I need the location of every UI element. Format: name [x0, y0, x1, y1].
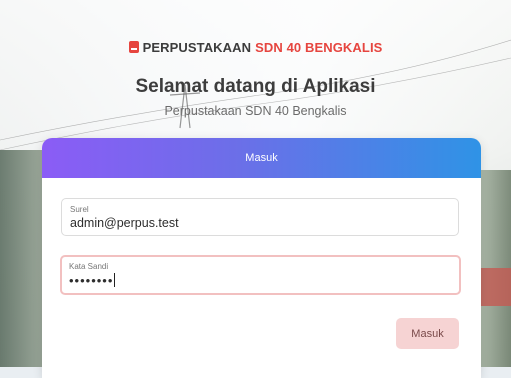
- book-icon: [128, 41, 139, 53]
- text-caret: [114, 273, 116, 287]
- password-label: Kata Sandi: [69, 262, 109, 271]
- welcome-subtitle: Perpustakaan SDN 40 Bengkalis: [164, 104, 347, 118]
- background-roof: [477, 268, 511, 306]
- login-submit-button[interactable]: Masuk: [396, 318, 459, 349]
- password-mask: ••••••••: [69, 273, 114, 288]
- brand-name: PERPUSTAKAAN: [142, 39, 252, 55]
- email-value[interactable]: admin@perpus.test: [70, 216, 179, 230]
- welcome-title: Selamat datang di Aplikasi: [135, 76, 376, 97]
- login-card: Masuk Surel admin@perpus.test Kata Sandi…: [42, 138, 481, 378]
- email-label: Surel: [70, 205, 89, 214]
- email-field[interactable]: Surel admin@perpus.test: [61, 198, 459, 236]
- password-field[interactable]: Kata Sandi ••••••••: [60, 255, 461, 295]
- brand-school: SDN 40 BENGKALIS: [255, 39, 383, 55]
- password-value[interactable]: ••••••••: [69, 273, 116, 288]
- app-brand: PERPUSTAKAAN SDN 40 BENGKALIS: [0, 38, 511, 57]
- login-card-header: Masuk: [42, 138, 481, 178]
